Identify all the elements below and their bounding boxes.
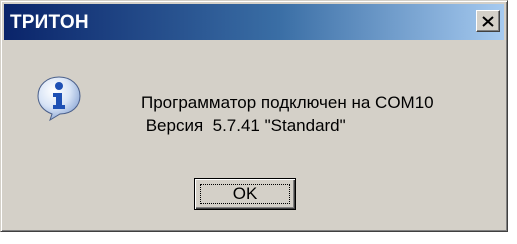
ok-button-label: OK [232, 184, 258, 203]
window-title: ТРИТОН [10, 12, 89, 33]
message-line-1: Программатор подключен на COM10 [141, 93, 434, 112]
dialog-message: Программатор подключен на COM10 Версия 5… [141, 91, 434, 137]
info-icon [37, 76, 81, 122]
message-line-2: Версия 5.7.41 "Standard" [141, 116, 346, 135]
title-bar[interactable]: ТРИТОН [4, 4, 504, 40]
close-icon [482, 15, 494, 27]
dialog-window: ТРИТОН Программатор подключен на COM10 В… [0, 0, 508, 232]
close-button[interactable] [476, 10, 500, 32]
ok-button[interactable]: OK [194, 178, 296, 210]
